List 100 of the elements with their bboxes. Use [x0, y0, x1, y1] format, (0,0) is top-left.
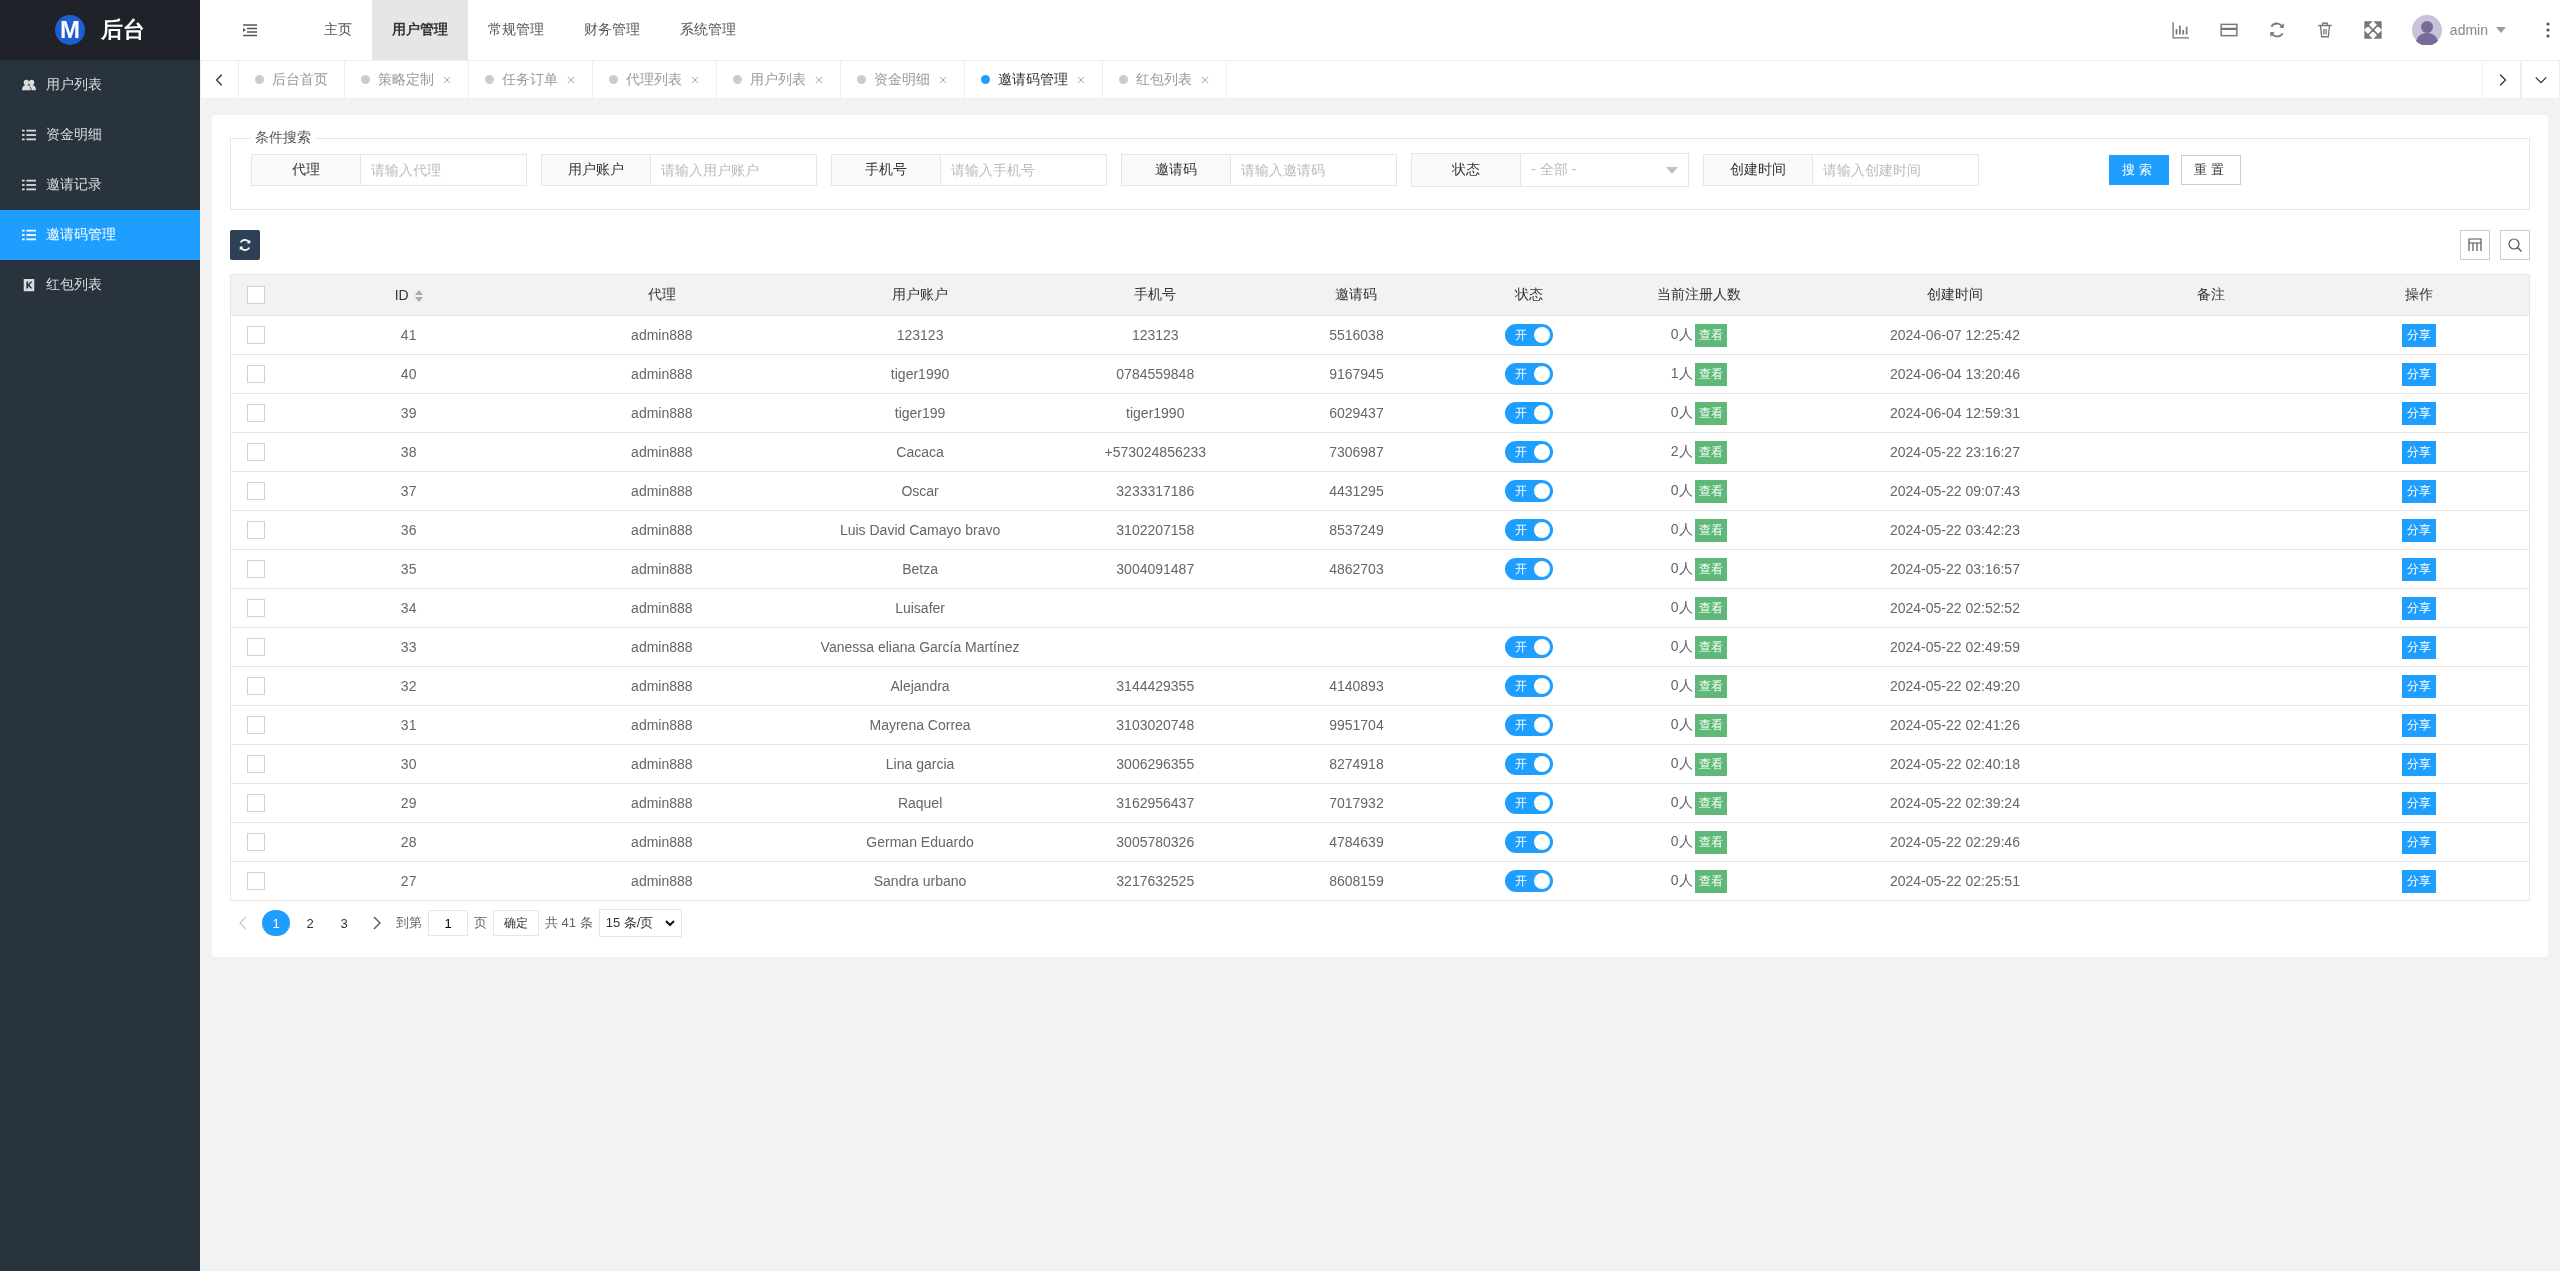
view-button[interactable]: 查看 — [1694, 401, 1727, 425]
sidebar-item[interactable]: 资金明细 — [0, 110, 200, 160]
view-button[interactable]: 查看 — [1694, 596, 1727, 620]
tab[interactable]: 邀请码管理 — [965, 61, 1103, 98]
top-menu-item[interactable]: 常规管理 — [468, 0, 564, 60]
share-button[interactable]: 分享 — [2401, 791, 2436, 815]
close-icon[interactable] — [814, 74, 824, 85]
close-icon[interactable] — [566, 74, 576, 85]
share-button[interactable]: 分享 — [2401, 518, 2436, 542]
column-header[interactable]: 状态 — [1514, 286, 1543, 302]
view-button[interactable]: 查看 — [1694, 713, 1727, 737]
view-button[interactable]: 查看 — [1694, 791, 1727, 815]
search-button[interactable]: 搜索 — [2109, 155, 2169, 185]
menu-icon[interactable] — [242, 22, 258, 38]
page-button[interactable]: 3 — [330, 910, 358, 936]
top-menu-item[interactable]: 系统管理 — [660, 0, 756, 60]
close-icon[interactable] — [938, 74, 948, 85]
checkbox[interactable] — [246, 404, 265, 423]
avatar[interactable] — [2411, 15, 2442, 45]
checkbox[interactable] — [246, 286, 265, 305]
scroll-left-button[interactable] — [200, 61, 239, 98]
toggle-switch[interactable]: 开 — [1504, 831, 1553, 853]
share-button[interactable]: 分享 — [2401, 674, 2436, 698]
status-select[interactable]: 状态 - 全部 - — [1411, 153, 1689, 187]
sidebar-item[interactable]: 用户列表 — [0, 60, 200, 110]
search-button[interactable] — [2500, 230, 2530, 260]
column-header[interactable]: ID — [394, 287, 409, 303]
column-header[interactable]: 当前注册人数 — [1656, 286, 1741, 302]
refresh-icon[interactable] — [2267, 21, 2286, 39]
close-icon[interactable] — [1076, 74, 1086, 85]
user-name[interactable]: admin — [2449, 22, 2488, 38]
column-header[interactable]: 备注 — [2197, 286, 2226, 302]
caret-icon[interactable] — [2496, 27, 2506, 33]
toggle-switch[interactable]: 开 — [1504, 792, 1553, 814]
toggle-switch[interactable]: 开 — [1504, 402, 1553, 424]
column-header[interactable]: 创建时间 — [1926, 286, 1983, 302]
share-button[interactable]: 分享 — [2401, 479, 2436, 503]
toggle-switch[interactable]: 开 — [1504, 675, 1553, 697]
view-button[interactable]: 查看 — [1694, 557, 1727, 581]
scroll-right-button[interactable] — [2482, 61, 2521, 98]
share-button[interactable]: 分享 — [2401, 830, 2436, 854]
view-button[interactable]: 查看 — [1694, 674, 1727, 698]
view-button[interactable]: 查看 — [1694, 323, 1727, 347]
columns-button[interactable] — [2460, 230, 2490, 260]
checkbox[interactable] — [246, 716, 265, 735]
input-field[interactable]: 请输入创建时间 — [1812, 154, 1979, 186]
view-button[interactable]: 查看 — [1694, 752, 1727, 776]
checkbox[interactable] — [246, 872, 265, 891]
input-field[interactable]: 请输入手机号 — [940, 154, 1107, 186]
checkbox[interactable] — [246, 560, 265, 579]
share-button[interactable]: 分享 — [2401, 596, 2436, 620]
view-button[interactable]: 查看 — [1694, 830, 1727, 854]
chevron-right-icon[interactable] — [372, 916, 382, 930]
input-field[interactable]: 请输入邀请码 — [1230, 154, 1397, 186]
more-icon[interactable] — [2546, 22, 2550, 38]
tab[interactable]: 代理列表 — [593, 61, 717, 98]
checkbox[interactable] — [246, 833, 265, 852]
view-button[interactable]: 查看 — [1694, 362, 1727, 386]
sidebar-item[interactable]: 邀请码管理 — [0, 210, 200, 260]
toggle-switch[interactable]: 开 — [1504, 324, 1553, 346]
view-button[interactable]: 查看 — [1694, 869, 1727, 893]
close-icon[interactable] — [442, 74, 452, 85]
checkbox[interactable] — [246, 482, 265, 501]
page-button[interactable]: 1 — [262, 910, 290, 936]
reset-button[interactable]: 重置 — [2181, 155, 2241, 185]
tab[interactable]: 红包列表 — [1103, 61, 1227, 98]
sidebar-item[interactable]: 邀请记录 — [0, 160, 200, 210]
close-icon[interactable] — [1200, 74, 1210, 85]
sidebar-item[interactable]: 红包列表 — [0, 260, 200, 310]
checkbox[interactable] — [246, 443, 265, 462]
checkbox[interactable] — [246, 755, 265, 774]
page-input[interactable]: 1 — [428, 910, 468, 936]
top-menu-item[interactable]: 主页 — [304, 0, 372, 60]
tab[interactable]: 后台首页 — [239, 61, 345, 98]
share-button[interactable]: 分享 — [2401, 557, 2436, 581]
column-header[interactable]: 用户账户 — [892, 286, 949, 302]
tab-menu-button[interactable] — [2521, 61, 2560, 98]
refresh-button[interactable] — [230, 230, 260, 260]
toggle-switch[interactable]: 开 — [1504, 519, 1553, 541]
page-button[interactable]: 2 — [296, 910, 324, 936]
chevron-left-icon[interactable] — [238, 916, 248, 930]
checkbox[interactable] — [246, 599, 265, 618]
tab[interactable]: 用户列表 — [717, 61, 841, 98]
checkbox[interactable] — [246, 365, 265, 384]
toggle-switch[interactable]: 开 — [1504, 441, 1553, 463]
tab[interactable]: 策略定制 — [345, 61, 469, 98]
chart-icon[interactable] — [2171, 21, 2190, 39]
input-field[interactable]: 请输入用户账户 — [650, 154, 817, 186]
checkbox[interactable] — [246, 521, 265, 540]
input-field[interactable]: 请输入代理 — [360, 154, 527, 186]
column-header[interactable]: 邀请码 — [1335, 286, 1378, 302]
share-button[interactable]: 分享 — [2401, 869, 2436, 893]
toggle-switch[interactable]: 开 — [1504, 870, 1553, 892]
trash-icon[interactable] — [2315, 21, 2334, 39]
view-button[interactable]: 查看 — [1694, 479, 1727, 503]
toggle-switch[interactable]: 开 — [1504, 363, 1553, 385]
fullscreen-icon[interactable] — [2363, 21, 2382, 39]
view-button[interactable]: 查看 — [1694, 440, 1727, 464]
view-button[interactable]: 查看 — [1694, 635, 1727, 659]
toggle-switch[interactable]: 开 — [1504, 558, 1553, 580]
